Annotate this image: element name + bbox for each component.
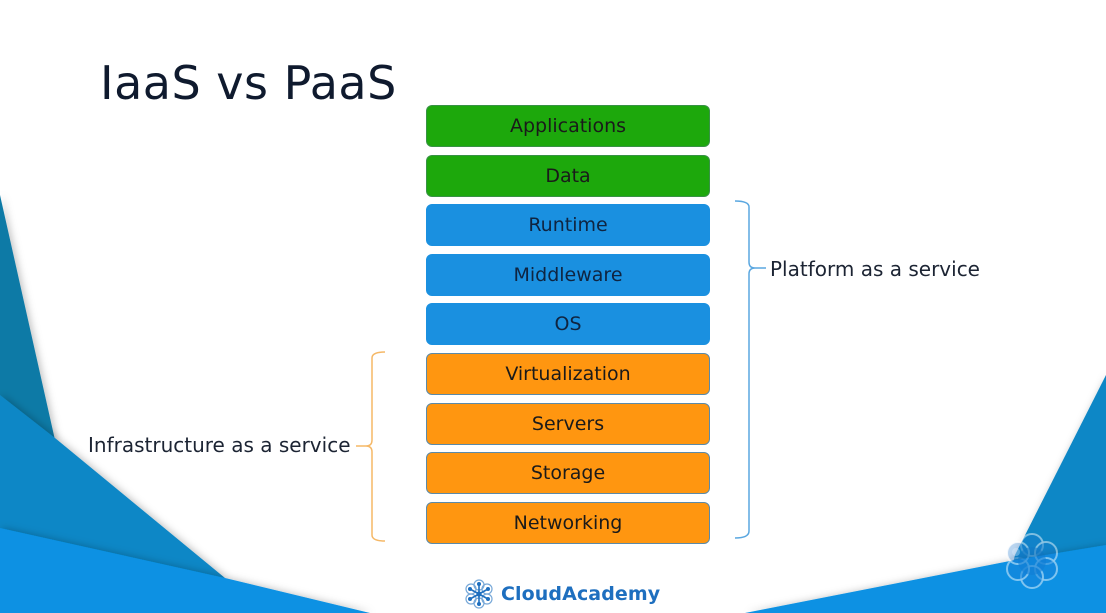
layer-virtualization: Virtualization — [426, 352, 710, 395]
slide-title: IaaS vs PaaS — [100, 56, 397, 110]
paas-label: Platform as a service — [770, 257, 980, 281]
service-stack: Applications Data Runtime Middleware OS … — [426, 105, 710, 551]
layer-applications: Applications — [426, 105, 710, 147]
layer-middleware: Middleware — [426, 253, 710, 296]
layer-runtime: Runtime — [426, 204, 710, 247]
brand-logo: CloudAcademy — [463, 578, 660, 610]
layer-servers: Servers — [426, 402, 710, 445]
brand-name: CloudAcademy — [501, 583, 661, 605]
watermark-logo-icon — [1006, 533, 1058, 589]
layer-storage: Storage — [426, 452, 710, 495]
cloudacademy-logo-icon — [465, 579, 493, 609]
layer-data: Data — [426, 154, 710, 197]
layer-os: OS — [426, 303, 710, 346]
iaas-label: Infrastructure as a service — [88, 433, 351, 457]
left-light-shape — [0, 528, 370, 613]
layer-networking: Networking — [426, 501, 710, 544]
